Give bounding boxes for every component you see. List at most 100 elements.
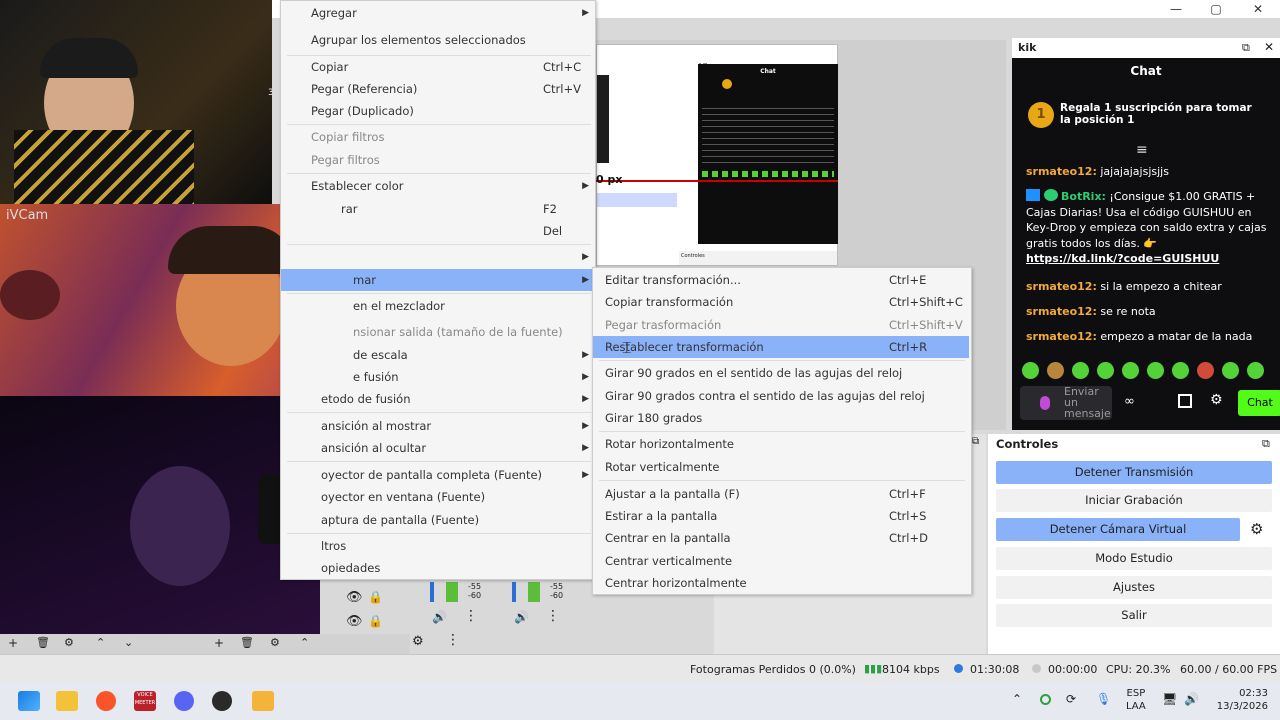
emote-icon[interactable] [1172,362,1189,379]
emote-icon[interactable] [1022,362,1039,379]
settings-icon[interactable]: ⚙ [1210,392,1223,408]
move-down-icon[interactable]: ⌄ [124,636,133,649]
menu-item-center-horizontal[interactable]: Centrar horizontalmente [593,572,971,594]
add-icon[interactable]: + [8,636,18,650]
file-explorer-icon[interactable] [56,691,78,711]
discord-icon[interactable] [174,691,194,711]
add-icon[interactable]: + [214,636,224,650]
studio-mode-button[interactable]: Modo Estudio [996,547,1272,570]
properties-icon[interactable]: ⚙ [270,636,280,649]
menu-item-rotate-180[interactable]: Girar 180 grados [593,407,971,429]
more-options-icon[interactable]: ⋮ [464,608,478,624]
emote-icon[interactable] [1097,362,1114,379]
chat-username[interactable]: srmateo12: [1026,330,1097,343]
undock-icon[interactable]: ⧉ [1242,41,1250,55]
tray-app-icon[interactable] [1040,694,1051,705]
undock-icon[interactable]: ⧉ [972,436,986,450]
volume-slider[interactable] [512,582,516,602]
brave-browser-icon[interactable] [96,691,116,711]
speaker-icon[interactable]: 🔊 [432,610,447,624]
language-indicator[interactable]: ESP LAA [1126,687,1146,713]
delete-icon[interactable]: 🗑 [240,636,254,649]
minimize-button[interactable]: — [1156,0,1196,18]
menu-item-blend-method[interactable]: etodo de fusión ▶ [281,388,595,410]
menu-item-copy-filters[interactable]: Copiar filtros [281,126,595,148]
delete-icon[interactable]: 🗑 [36,636,50,649]
emote-icon[interactable] [1122,362,1139,379]
chat-send-button[interactable]: Chat [1238,390,1280,416]
microphone-icon[interactable] [1040,396,1050,410]
maximize-button[interactable]: ▢ [1196,0,1236,18]
emote-icon[interactable] [1047,362,1064,379]
menu-item-rotate-90-ccw[interactable]: Girar 90 grados contra el sentido de las… [593,385,971,407]
menu-item-resize-output[interactable]: nsionar salida (tamaño de la fuente) [281,321,595,343]
chat-link[interactable]: https://kd.link/?code=GUISHUU [1026,252,1219,265]
more-options-icon[interactable]: ⋮ [446,632,460,648]
voicemeeter-icon[interactable]: VOICE MEETER [134,691,156,711]
emoji-icon[interactable]: ∞ [1124,394,1135,409]
menu-item-filters[interactable]: ltros [281,535,595,557]
menu-item-properties[interactable]: opiedades [281,557,595,579]
menu-item-center-screen[interactable]: Centrar en la pantalla Ctrl+D [593,527,971,549]
menu-item-delete[interactable]: Del [281,220,595,242]
dock-close-icon[interactable]: ✕ [1264,40,1274,54]
emote-icon[interactable] [1072,362,1089,379]
expand-icon[interactable]: ≡ [1136,142,1148,158]
menu-item-transform[interactable]: mar ▶ [281,269,595,291]
close-button[interactable]: ✕ [1238,0,1278,18]
chat-username[interactable]: srmateo12: [1026,165,1097,178]
undock-icon[interactable]: ⧉ [1262,437,1270,451]
properties-icon[interactable]: ⚙ [64,636,74,649]
menu-item-hide-transition[interactable]: ansición al ocultar ▶ [281,437,595,459]
mixer-settings-icon[interactable]: ⚙ [412,634,424,649]
menu-item-reset-transform[interactable]: Restablecer transformación Ctrl+R [593,336,969,358]
menu-item-paste-filters[interactable]: Pegar filtros [281,149,595,171]
stop-virtual-camera-button[interactable]: Detener Cámara Virtual [996,518,1240,541]
menu-item-flip-horizontal[interactable]: Rotar horizontalmente [593,433,971,455]
exit-button[interactable]: Salir [996,604,1272,627]
more-options-icon[interactable]: ⋮ [546,608,560,624]
menu-item-stretch-to-screen[interactable]: Estirar a la pantalla Ctrl+S [593,505,971,527]
microphone-tray-icon[interactable]: 🎙 [1096,692,1111,706]
windows-start-icon[interactable] [18,691,40,711]
start-recording-button[interactable]: Iniciar Grabación [996,489,1272,512]
emote-icon[interactable] [1197,362,1214,379]
menu-item-hide-in-mixer[interactable]: en el mezclador [281,295,595,317]
menu-item-add[interactable]: Agregar ▶ [281,2,595,24]
menu-item-blend-mode[interactable]: e fusión ▶ [281,366,595,388]
menu-item-fullscreen-projector[interactable]: oyector de pantalla completa (Fuente) ▶ [281,464,595,486]
visibility-icon[interactable]: 👁 [346,614,363,629]
virtual-camera-settings-icon[interactable]: ⚙ [1250,520,1263,538]
menu-item-center-vertical[interactable]: Centrar verticalmente [593,550,971,572]
menu-item-copy[interactable]: Copiar Ctrl+C [281,56,595,78]
menu-item-scale-filter[interactable]: de escala ▶ [281,344,595,366]
menu-item-copy-transform[interactable]: Copiar transformación Ctrl+Shift+C [593,291,971,313]
menu-item-screenshot[interactable]: aptura de pantalla (Fuente) [281,509,595,531]
menu-item-set-color[interactable]: Establecer color ▶ [281,175,595,197]
menu-item-fit-to-screen[interactable]: Ajustar a la pantalla (F) Ctrl+F [593,483,971,505]
volume-slider[interactable] [430,582,434,602]
menu-item-show-transition[interactable]: ansición al mostrar ▶ [281,415,595,437]
lock-icon[interactable]: 🔒 [368,614,383,628]
emote-icon[interactable] [1222,362,1239,379]
move-up-icon[interactable]: ⌃ [300,636,309,649]
emote-icon[interactable] [1247,362,1264,379]
sync-icon[interactable]: ⟳ [1066,692,1076,706]
chat-message-input[interactable]: Enviar un mensaje [1020,386,1112,420]
menu-item-order[interactable]: ▶ [281,246,595,268]
speaker-icon[interactable]: 🔊 [514,610,529,624]
menu-item-windowed-projector[interactable]: oyector en ventana (Fuente) [281,486,595,508]
visibility-icon[interactable]: 👁 [346,590,363,605]
stop-stream-button[interactable]: Detener Transmisión [996,461,1272,484]
counter-strike-icon[interactable] [252,691,274,711]
chevron-up-icon[interactable]: ⌃ [1012,692,1022,706]
menu-item-paste-duplicate[interactable]: Pegar (Duplicado) [281,100,595,122]
emote-icon[interactable] [1147,362,1164,379]
menu-item-flip-vertical[interactable]: Rotar verticalmente [593,456,971,478]
network-icon[interactable]: 🖥 [1162,692,1177,706]
volume-icon[interactable]: 🔊 [1184,692,1199,706]
menu-item-rotate-90-cw[interactable]: Girar 90 grados en el sentido de las agu… [593,362,971,384]
menu-item-paste-reference[interactable]: Pegar (Referencia) Ctrl+V [281,78,595,100]
menu-item-edit-transform[interactable]: Editar transformación... Ctrl+E [593,269,971,291]
move-up-icon[interactable]: ⌃ [96,636,105,649]
